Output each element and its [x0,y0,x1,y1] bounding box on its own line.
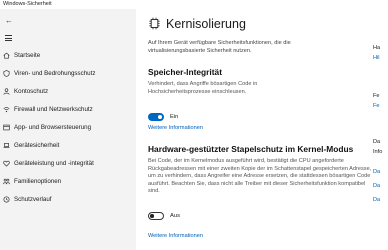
sidebar-item-familienoptionen[interactable]: Familienoptionen [0,173,136,189]
right-col-link[interactable]: Hil [373,55,380,61]
kernel-stack-protection-toggle[interactable] [148,212,164,220]
chip-icon [149,17,160,30]
sidebar-item-schutzverlauf[interactable]: Schutzverlauf [0,191,136,207]
sidebar-item-label: Geräteleistung und -integrität [14,159,94,167]
sidebar-item-label: Firewall und Netzwerkschutz [14,105,93,113]
sidebar-item-label: Familienoptionen [14,177,62,185]
right-col-link[interactable]: Fe [373,103,380,109]
right-col-link[interactable]: Da [373,169,380,175]
sidebar-item-app-browser[interactable]: App- und Browsersteuerung [0,119,136,135]
sidebar-item-label: Kontoschutz [14,87,49,95]
toggle-state-label: Ein [170,113,179,120]
memory-integrity-toggle[interactable] [148,113,164,121]
sidebar-item-firewall[interactable]: Firewall und Netzwerkschutz [0,101,136,117]
window-title: Windows-Sicherheit [3,1,52,7]
title-bar: Windows-Sicherheit [0,0,388,9]
back-arrow-icon[interactable]: ← [5,17,13,25]
history-icon [3,196,10,202]
home-icon [3,52,10,58]
main-content: Kernisolierung Auf Ihrem Gerät verfügbar… [136,9,372,250]
right-col-text: Info [373,149,383,155]
hamburger-menu-icon[interactable] [5,35,12,42]
sidebar-item-kontoschutz[interactable]: Kontoschutz [0,83,136,99]
sidebar-item-label: Viren- und Bedrohungsschutz [14,69,96,77]
family-icon [3,178,10,184]
laptop-icon [3,142,10,148]
heart-icon [3,160,10,167]
page-intro: Auf Ihrem Gerät verfügbare Sicherheitsfu… [148,40,291,54]
toggle-state-label: Aus [170,212,180,219]
sidebar-item-geraeteleistung[interactable]: Geräteleistung und -integrität [0,155,136,171]
shield-icon [3,69,10,77]
app-window-icon [3,124,10,130]
more-info-link[interactable]: Weitere Informationen [148,233,203,239]
section-heading-speicher-integritaet: Speicher-Integrität [148,67,222,77]
right-col-link[interactable]: Da [373,183,380,189]
section-description: Bei Code, der im Kernelmodus ausgeführt … [148,158,372,194]
right-col-heading: Fe [373,93,380,99]
right-col-heading: Ha [373,45,381,51]
sidebar-item-label: Startseite [14,51,41,59]
sidebar-item-label: Schutzverlauf [14,195,52,203]
sidebar-item-label: App- und Browsersteuerung [14,123,92,131]
wifi-icon [3,106,10,112]
right-info-column: Ha Hil Fe Fe Da Info Da Da Da [372,9,388,250]
section-description: Verhindert, dass Angriffe bösartigen Cod… [148,81,258,95]
section-heading-stapelschutz: Hardware-gestützter Stapelschutz im Kern… [148,144,354,154]
sidebar: ← Startseite Viren- und Bedrohungsschutz… [0,9,136,250]
right-col-heading: Da [373,139,381,145]
sidebar-item-viren[interactable]: Viren- und Bedrohungsschutz [0,65,136,81]
person-icon [3,87,10,95]
right-col-link[interactable]: Da [373,197,380,203]
more-info-link[interactable]: Weitere Informationen [148,125,203,131]
sidebar-item-geraetesicherheit[interactable]: Gerätesicherheit [0,137,136,153]
sidebar-item-startseite[interactable]: Startseite [0,47,136,63]
sidebar-item-label: Gerätesicherheit [14,141,60,149]
page-title: Kernisolierung [166,17,246,31]
